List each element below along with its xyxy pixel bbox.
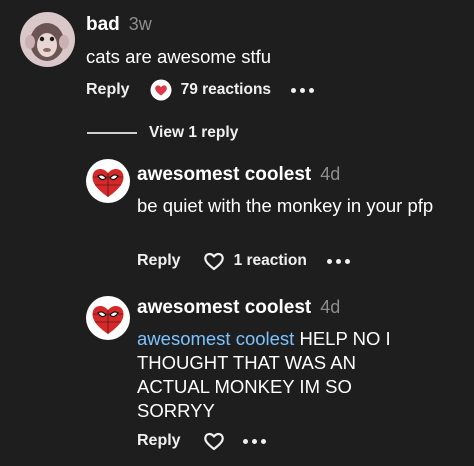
comment-text: awesomest coolest HELP NO I THOUGHT THAT… (137, 327, 427, 423)
spiderman-heart-avatar-icon (86, 159, 130, 203)
heart-emoji-icon[interactable] (150, 79, 172, 101)
comment-header: bad 3w (86, 14, 152, 36)
spiderman-heart-avatar-icon (86, 296, 130, 340)
timestamp: 4d (320, 297, 341, 317)
thread-line (87, 132, 137, 134)
comment-actions: Reply 1 reaction (137, 251, 350, 271)
reply-button[interactable]: Reply (137, 252, 181, 270)
comment-text: cats are awesome stfu (86, 46, 272, 67)
reaction-count[interactable]: 79 reactions (181, 81, 271, 99)
reaction-count[interactable]: 1 reaction (234, 252, 307, 270)
comment-header: awesomest coolest 4d (137, 164, 340, 186)
comment-actions: Reply 79 reactions (86, 79, 315, 101)
comment-actions: Reply (137, 431, 266, 451)
more-options-icon[interactable] (291, 87, 315, 93)
reply-2: awesomest coolest 4d awesomest coolest HE… (0, 292, 474, 466)
reply-button[interactable]: Reply (86, 81, 130, 99)
author-name[interactable]: awesomest coolest (137, 297, 311, 318)
avatar[interactable] (86, 296, 130, 340)
avatar[interactable] (20, 12, 75, 67)
monkey-avatar-icon (20, 12, 75, 67)
heart-outline-icon[interactable] (203, 431, 225, 451)
mention-link[interactable]: awesomest coolest (137, 328, 294, 349)
view-replies-toggle[interactable]: View 1 reply (87, 124, 238, 142)
reply-1: awesomest coolest 4d be quiet with the mo… (0, 155, 474, 285)
avatar[interactable] (86, 159, 130, 203)
more-options-icon[interactable] (326, 258, 350, 264)
author-name[interactable]: bad (86, 14, 120, 35)
view-replies-label[interactable]: View 1 reply (149, 124, 238, 142)
timestamp: 4d (320, 164, 341, 184)
timestamp: 3w (128, 14, 152, 34)
author-name[interactable]: awesomest coolest (137, 164, 311, 185)
heart-outline-icon[interactable] (203, 251, 225, 271)
comment-header: awesomest coolest 4d (137, 297, 340, 319)
reply-button[interactable]: Reply (137, 432, 181, 450)
comment-top: bad 3w cats are awesome stfu Reply 79 rea… (0, 0, 474, 120)
more-options-icon[interactable] (242, 438, 266, 444)
comment-text: be quiet with the monkey in your pfp (137, 195, 434, 216)
